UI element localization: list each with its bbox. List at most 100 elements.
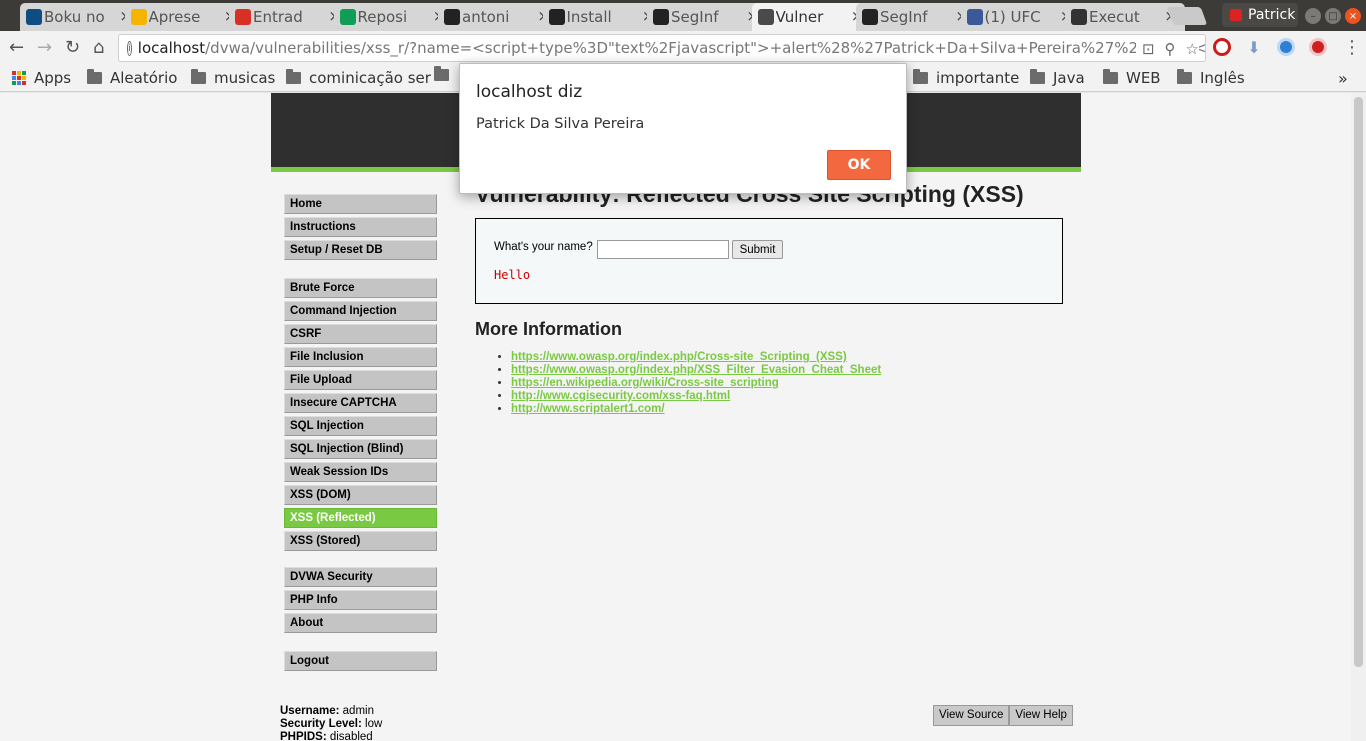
alert-ok-button[interactable]: OK (827, 150, 891, 180)
reference-link[interactable]: https://www.owasp.org/index.php/XSS_Filt… (511, 364, 881, 376)
forward-icon[interactable]: → (37, 37, 52, 58)
view-source-button[interactable]: View Source (933, 705, 1010, 726)
opera-extension-icon[interactable] (1213, 38, 1231, 56)
bookmark-folder[interactable]: Java (1030, 69, 1085, 87)
browser-tab[interactable]: antoni× (438, 3, 558, 31)
minimize-icon[interactable]: – (1305, 8, 1321, 24)
download-extension-icon[interactable]: ⬇ (1245, 38, 1263, 57)
bookmark-folder[interactable]: importante (913, 69, 1019, 87)
tab-strip: Boku no×Aprese×Entrad×Reposi×antoni×Inst… (0, 0, 1366, 31)
scrollbar-thumb[interactable] (1354, 97, 1363, 667)
more-information-heading: More Information (475, 319, 622, 339)
browser-tab[interactable]: (1) UFC× (960, 3, 1081, 31)
reference-link[interactable]: http://www.cgisecurity.com/xss-faq.html (511, 390, 730, 402)
reload-icon[interactable]: ↻ (65, 37, 80, 58)
bookmark-star-icon[interactable]: ☆ (1186, 40, 1199, 58)
name-input[interactable] (597, 240, 729, 259)
folder-icon (1177, 69, 1192, 84)
view-help-button[interactable]: View Help (1009, 705, 1073, 726)
menu-item-csrf[interactable]: CSRF (284, 324, 437, 344)
bookmark-folder[interactable]: WEB (1103, 69, 1161, 87)
menu-item-weak-session-ids[interactable]: Weak Session IDs (284, 462, 437, 482)
browser-tab[interactable]: SegInf× (647, 3, 767, 31)
menu-item-about[interactable]: About (284, 613, 437, 633)
back-icon[interactable]: ← (9, 37, 24, 58)
bookmark-folder[interactable]: cominicação ser (286, 69, 431, 87)
menu-item-xss-stored[interactable]: XSS (Stored) (284, 531, 437, 551)
bookmark-label: Java (1053, 69, 1085, 87)
alert-message: Patrick Da Silva Pereira (476, 116, 645, 132)
browser-tab[interactable]: Vulner× (751, 3, 872, 31)
browser-tab[interactable]: Reposi× (333, 3, 454, 31)
list-item: http://www.scriptalert1.com/ (511, 403, 881, 416)
submit-button[interactable]: Submit (732, 240, 783, 259)
bookmark-folder[interactable]: musicas (191, 69, 275, 87)
site-info-icon[interactable]: i (127, 40, 132, 56)
folder-icon (913, 69, 928, 84)
vulnerable-form-box: What's your name? Submit Hello (475, 218, 1063, 304)
reference-link[interactable]: https://en.wikipedia.org/wiki/Cross-site… (511, 377, 779, 389)
home-icon[interactable]: ⌂ (93, 37, 104, 58)
tab-favicon-icon (653, 9, 669, 25)
reference-link[interactable]: http://www.scriptalert1.com/ (511, 403, 665, 415)
browser-tab[interactable]: Entrad× (229, 3, 349, 31)
maximize-icon[interactable]: □ (1325, 8, 1341, 24)
menu-item-file-inclusion[interactable]: File Inclusion (284, 347, 437, 367)
address-host: localhost (137, 39, 206, 57)
tab-favicon-icon (757, 9, 774, 25)
menu-item-instructions[interactable]: Instructions (284, 217, 437, 237)
browser-tab[interactable]: Boku no× (20, 3, 140, 31)
bookmark-label: cominicação ser (309, 69, 431, 87)
zoom-icon[interactable]: ⚲ (1165, 40, 1176, 58)
more-bookmarks-icon[interactable]: » (1338, 69, 1348, 88)
bookmark-apps[interactable]: Apps (12, 69, 71, 87)
bookmark-folder[interactable] (434, 66, 457, 81)
tab-favicon-icon (444, 9, 460, 25)
browser-tab[interactable]: SegInf× (856, 3, 976, 31)
new-tab-button[interactable] (1166, 7, 1208, 25)
translate-icon[interactable]: ⊡ (1142, 40, 1155, 58)
menu-item-php-info[interactable]: PHP Info (284, 590, 437, 610)
bookmark-label: musicas (214, 69, 276, 87)
browser-tab[interactable]: Install× (542, 3, 663, 31)
bookmark-label: importante (936, 69, 1020, 87)
bookmark-folder[interactable]: Inglês (1177, 69, 1245, 87)
menu-item-logout[interactable]: Logout (284, 651, 437, 671)
block-extension-icon[interactable] (1309, 38, 1327, 56)
sync-extension-icon[interactable] (1277, 38, 1295, 56)
security-level-value: low (365, 718, 383, 730)
address-path: /dvwa/vulnerabilities/xss_r/?name=<scrip… (205, 39, 1206, 57)
list-item: https://www.owasp.org/index.php/XSS_Filt… (511, 364, 881, 377)
name-question-label: What's your name? (494, 241, 593, 253)
page-scrollbar[interactable] (1351, 93, 1366, 741)
list-item: http://www.cgisecurity.com/xss-faq.html (511, 390, 881, 403)
menu-item-home[interactable]: Home (284, 194, 437, 214)
address-bar[interactable]: i localhost/dvwa/vulnerabilities/xss_r/?… (118, 34, 1206, 62)
menu-item-brute-force[interactable]: Brute Force (284, 278, 437, 298)
profile-button[interactable]: Patrick (1222, 3, 1298, 27)
menu-item-sql-injection[interactable]: SQL Injection (284, 416, 437, 436)
username-label: Username: (280, 705, 340, 717)
profile-name: Patrick (1248, 7, 1296, 23)
window-close-icon[interactable]: × (1345, 8, 1361, 24)
menu-item-dvwa-security[interactable]: DVWA Security (284, 567, 437, 587)
reference-link[interactable]: https://www.owasp.org/index.php/Cross-si… (511, 351, 847, 363)
menu-item-file-upload[interactable]: File Upload (284, 370, 437, 390)
browser-tab[interactable]: Aprese× (124, 3, 245, 31)
menu-item-insecure-captcha[interactable]: Insecure CAPTCHA (284, 393, 437, 413)
tab-label: SegInf (880, 8, 928, 26)
menu-item-setup-reset-db[interactable]: Setup / Reset DB (284, 240, 437, 260)
bookmark-folder[interactable]: Aleatório (87, 69, 177, 87)
menu-item-command-injection[interactable]: Command Injection (284, 301, 437, 321)
menu-item-xss-dom[interactable]: XSS (DOM) (284, 485, 437, 505)
javascript-alert-dialog: localhost diz Patrick Da Silva Pereira O… (459, 63, 907, 194)
tab-label: (1) UFC (984, 8, 1041, 26)
browser-menu-icon[interactable]: ⋮ (1343, 37, 1361, 58)
menu-item-xss-reflected[interactable]: XSS (Reflected) (284, 508, 437, 528)
tab-label: Entrad (253, 8, 303, 26)
folder-icon (1030, 69, 1045, 84)
menu-item-sql-injection-blind[interactable]: SQL Injection (Blind) (284, 439, 437, 459)
tab-favicon-icon (966, 9, 983, 25)
tab-label: Vulner (775, 8, 824, 26)
phpids-value: disabled (329, 731, 373, 741)
